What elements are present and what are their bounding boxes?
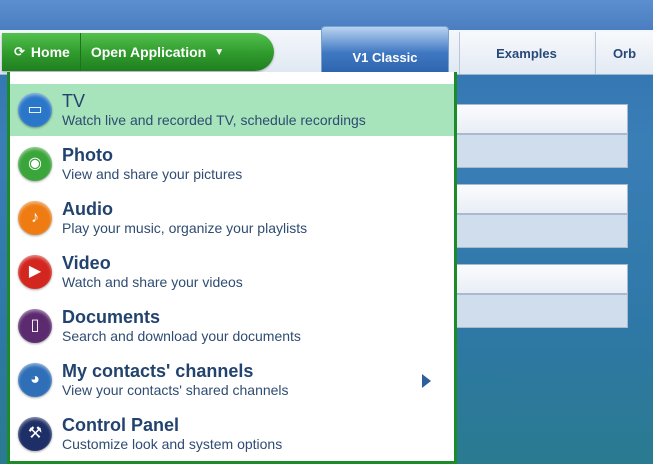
tab-label: Examples (496, 45, 557, 61)
menu-item-title: Photo (62, 145, 113, 165)
tv-icon: ▭ (18, 93, 52, 127)
refresh-icon: ⟳ (14, 44, 25, 59)
content-strip (455, 134, 628, 168)
control-panel-icon: ⚒ (18, 417, 52, 451)
content-strip (455, 294, 628, 328)
tab-examples[interactable]: Examples (459, 32, 593, 74)
content-strip (455, 184, 628, 214)
menu-item-documents[interactable]: ▯ Documents Search and download your doc… (10, 300, 454, 352)
menu-item-description: Watch live and recorded TV, schedule rec… (62, 112, 366, 128)
menu-item-contacts-channels[interactable]: ◕ My contacts' channels View your contac… (10, 354, 454, 406)
contacts-globe-icon: ◕ (18, 363, 52, 397)
document-icon: ▯ (18, 309, 52, 343)
menu-item-video[interactable]: ▶ Video Watch and share your videos (10, 246, 454, 298)
camera-icon: ◉ (18, 147, 52, 181)
music-note-icon: ♪ (18, 201, 52, 235)
menu-item-photo[interactable]: ◉ Photo View and share your pictures (10, 138, 454, 190)
caret-down-icon: ▼ (214, 46, 225, 58)
menu-item-description: Play your music, organize your playlists (62, 220, 308, 236)
menu-item-description: Customize look and system options (62, 436, 283, 452)
tab-label: V1 Classic (352, 50, 418, 65)
nav-pill: ⟳ Home Open Application ▼ (2, 33, 274, 71)
tab-label: Orb (612, 45, 637, 61)
open-application-label: Open Application (90, 44, 207, 60)
menu-item-title: Documents (62, 307, 161, 327)
menu-item-title: Control Panel (62, 415, 180, 435)
menu-item-title: TV (62, 91, 86, 111)
tab-v1-classic[interactable]: V1 Classic (321, 26, 449, 74)
home-label: Home (30, 44, 70, 60)
film-camera-icon: ▶ (18, 255, 52, 289)
content-strip (455, 104, 628, 134)
submenu-arrow-icon (422, 374, 431, 388)
open-application-button[interactable]: Open Application ▼ (81, 33, 224, 71)
menu-item-tv[interactable]: ▭ TV Watch live and recorded TV, schedul… (10, 84, 454, 136)
content-strip (455, 264, 628, 294)
menu-item-title: Video (62, 253, 111, 273)
menu-item-description: View your contacts' shared channels (62, 382, 289, 398)
menu-item-title: My contacts' channels (62, 361, 254, 381)
content-strip (455, 214, 628, 248)
application-menu: ▭ TV Watch live and recorded TV, schedul… (7, 72, 457, 464)
menu-item-description: Search and download your documents (62, 328, 301, 344)
menu-item-audio[interactable]: ♪ Audio Play your music, organize your p… (10, 192, 454, 244)
home-button[interactable]: ⟳ Home (2, 33, 81, 71)
menu-item-description: Watch and share your videos (62, 274, 243, 290)
menu-item-title: Audio (62, 199, 113, 219)
menu-item-description: View and share your pictures (62, 166, 243, 182)
menu-item-control-panel[interactable]: ⚒ Control Panel Customize look and syste… (10, 408, 454, 460)
tab-orb[interactable]: Orb (595, 32, 653, 74)
